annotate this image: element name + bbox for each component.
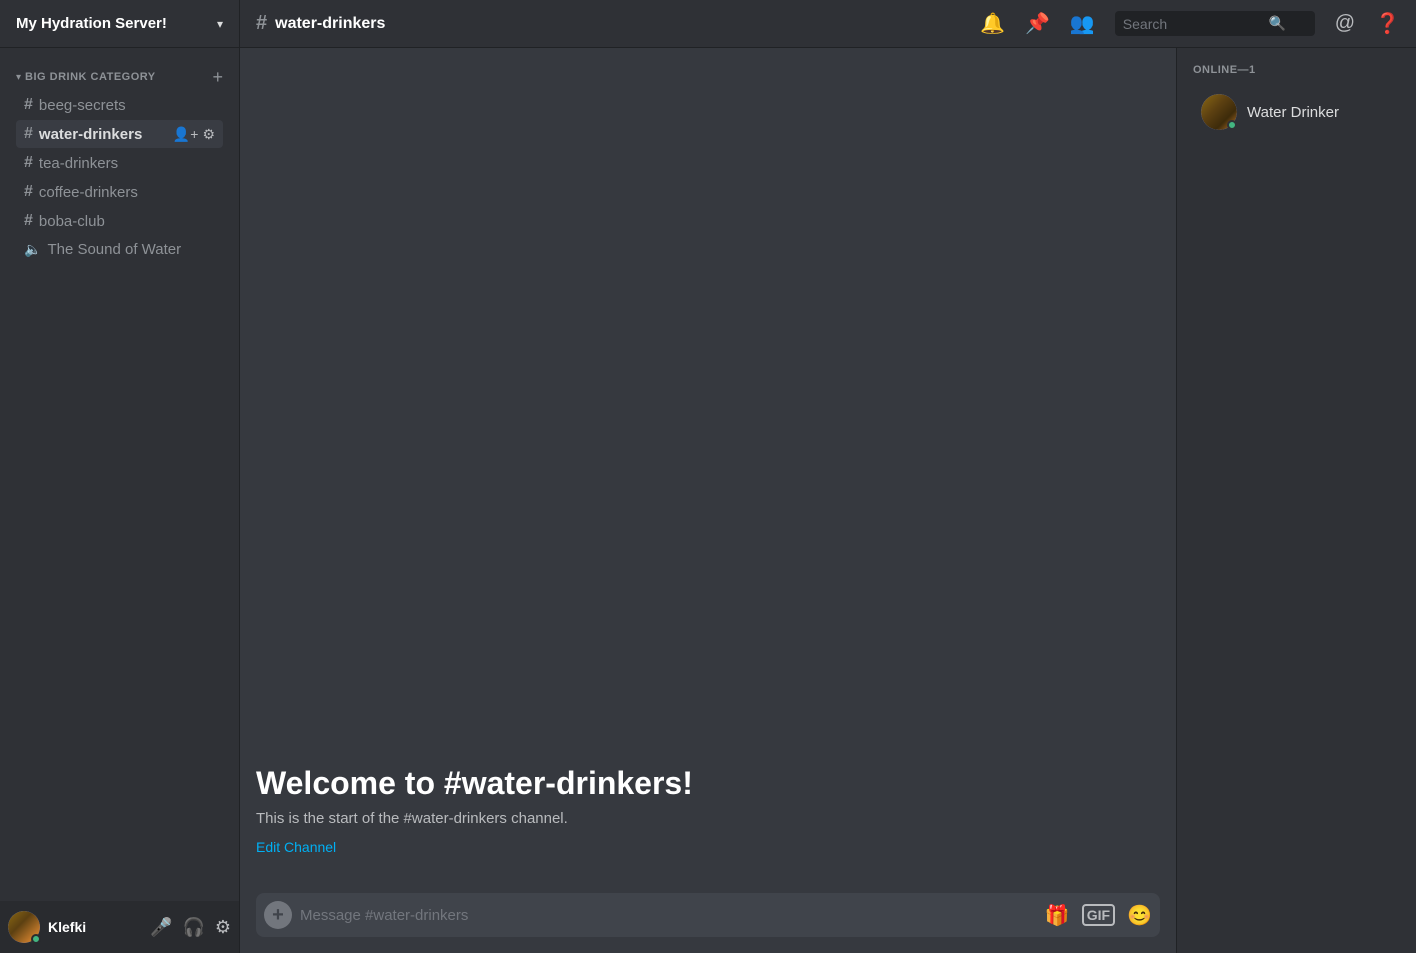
channel-name: boba-club — [39, 213, 215, 230]
category-chevron-icon: ▾ — [16, 72, 21, 83]
server-name: My Hydration Server! — [16, 15, 167, 32]
channel-hash-icon: # — [256, 12, 267, 35]
user-avatar-container — [8, 911, 40, 943]
gif-icon[interactable]: GIF — [1082, 904, 1115, 926]
member-name: Water Drinker — [1247, 104, 1339, 121]
help-icon[interactable]: ❓ — [1375, 11, 1400, 36]
channel-item-water-drinkers[interactable]: # water-drinkers 👤+ ⚙ — [16, 120, 223, 148]
search-input[interactable] — [1123, 16, 1263, 32]
channel-category: ▾ BIG DRINK CATEGORY + # beeg-secrets 👤+… — [0, 48, 239, 268]
main-content: ▾ BIG DRINK CATEGORY + # beeg-secrets 👤+… — [0, 48, 1416, 953]
channel-name: coffee-drinkers — [39, 184, 215, 201]
channel-name: beeg-secrets — [39, 97, 215, 114]
header-icons: 🔔 📌 👥 🔍 @ ❓ — [980, 11, 1400, 36]
user-settings-icon[interactable]: ⚙ — [215, 917, 231, 938]
message-input-icons: 🎁 GIF 😊 — [1045, 903, 1152, 928]
channel-item-tea-drinkers[interactable]: # tea-drinkers — [16, 149, 223, 177]
bell-icon[interactable]: 🔔 — [980, 11, 1005, 36]
welcome-section: Welcome to #water-drinkers! This is the … — [256, 745, 1160, 877]
pin-icon[interactable]: 📌 — [1025, 11, 1050, 36]
channel-name-header: water-drinkers — [275, 15, 385, 33]
search-icon: 🔍 — [1269, 15, 1286, 32]
channel-name: water-drinkers — [39, 126, 173, 143]
category-add-icon[interactable]: + — [212, 68, 223, 86]
user-area: Klefki 🎤 🎧 ⚙ — [0, 901, 239, 953]
online-header: ONLINE—1 — [1193, 64, 1400, 76]
text-channel-icon: # — [24, 154, 33, 172]
channel-actions: 👤+ ⚙ — [173, 126, 215, 143]
text-channel-icon: # — [24, 96, 33, 114]
channel-item-coffee-drinkers[interactable]: # coffee-drinkers — [16, 178, 223, 206]
add-member-icon[interactable]: 👤+ — [173, 126, 199, 143]
edit-channel-link[interactable]: Edit Channel — [256, 839, 336, 855]
channel-content: Welcome to #water-drinkers! This is the … — [240, 48, 1176, 953]
member-avatar-container — [1201, 94, 1237, 130]
category-header[interactable]: ▾ BIG DRINK CATEGORY + — [8, 64, 231, 90]
right-panel: ONLINE—1 Water Drinker — [1176, 48, 1416, 953]
channel-header: # water-drinkers 🔔 📌 👥 🔍 @ ❓ — [240, 11, 1416, 36]
message-add-button[interactable]: + — [264, 901, 292, 929]
user-controls: 🎤 🎧 ⚙ — [150, 917, 231, 938]
settings-icon[interactable]: ⚙ — [202, 126, 215, 143]
message-input[interactable] — [300, 907, 1037, 924]
text-channel-icon: # — [24, 183, 33, 201]
message-input-box: + 🎁 GIF 😊 — [256, 893, 1160, 937]
emoji-icon[interactable]: 😊 — [1127, 903, 1152, 928]
welcome-subtitle: This is the start of the #water-drinkers… — [256, 810, 1160, 827]
gift-icon[interactable]: 🎁 — [1045, 903, 1070, 928]
voice-channel-icon: 🔈 — [24, 241, 41, 258]
member-status-dot — [1227, 120, 1237, 130]
member-item[interactable]: Water Drinker — [1193, 88, 1400, 136]
channel-item-the-sound-of-water[interactable]: 🔈 The Sound of Water — [16, 236, 223, 263]
category-label: BIG DRINK CATEGORY — [25, 71, 156, 83]
top-bar: My Hydration Server! ▾ # water-drinkers … — [0, 0, 1416, 48]
username: Klefki — [48, 919, 150, 935]
messages-area: Welcome to #water-drinkers! This is the … — [240, 48, 1176, 877]
server-name-area[interactable]: My Hydration Server! ▾ — [0, 0, 240, 47]
channel-name: The Sound of Water — [47, 241, 215, 258]
chevron-down-icon: ▾ — [217, 17, 223, 31]
channel-item-beeg-secrets[interactable]: # beeg-secrets 👤+ ⚙ — [16, 91, 223, 119]
headphones-icon[interactable]: 🎧 — [182, 917, 204, 938]
at-icon[interactable]: @ — [1335, 12, 1355, 35]
category-label-row: ▾ BIG DRINK CATEGORY — [16, 71, 156, 83]
search-bar[interactable]: 🔍 — [1115, 11, 1315, 36]
text-channel-icon: # — [24, 212, 33, 230]
channel-name: tea-drinkers — [39, 155, 215, 172]
status-dot — [31, 934, 41, 944]
welcome-title: Welcome to #water-drinkers! — [256, 765, 1160, 802]
members-icon[interactable]: 👥 — [1070, 11, 1095, 36]
text-channel-icon: # — [24, 125, 33, 143]
message-input-area: + 🎁 GIF 😊 — [240, 877, 1176, 953]
microphone-icon[interactable]: 🎤 — [150, 917, 172, 938]
sidebar: ▾ BIG DRINK CATEGORY + # beeg-secrets 👤+… — [0, 48, 240, 953]
channel-item-boba-club[interactable]: # boba-club — [16, 207, 223, 235]
